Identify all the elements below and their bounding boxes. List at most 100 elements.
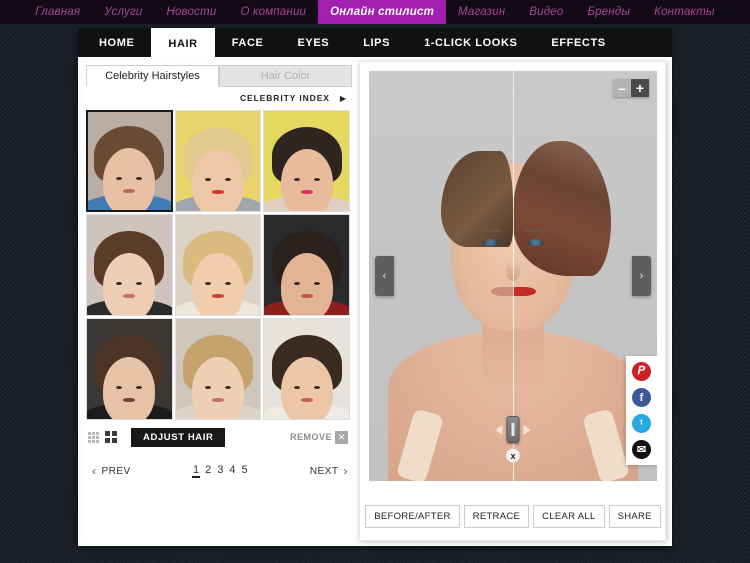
thumbnail-mouth xyxy=(123,294,136,298)
celebrity-thumbnail-9[interactable] xyxy=(263,318,350,420)
lip-after xyxy=(513,287,536,296)
thumbnail-face xyxy=(280,149,333,211)
pagination-page-1[interactable]: 1 xyxy=(191,464,201,478)
pagination-next-label: NEXT xyxy=(309,465,339,477)
sub-tab-celebrity-hairstyles[interactable]: Celebrity Hairstyles xyxy=(86,65,219,87)
photo-viewer-panel: – + ‹ › x 𝑃f ᵗ ✉ BEFORE/AFTER RETRACE CLEAR … xyxy=(359,61,666,541)
thumbnail-mouth xyxy=(300,190,313,194)
celebrity-thumbnail-7[interactable] xyxy=(86,318,173,420)
celebrity-thumbnail-4[interactable] xyxy=(86,214,173,316)
thumbnail-face xyxy=(191,253,244,315)
pagination: ‹ PREV 12345 NEXT › xyxy=(92,461,348,481)
zoom-out-button[interactable]: – xyxy=(613,79,631,97)
thumbnail-eye-left xyxy=(293,386,300,389)
thumbnail-mouth xyxy=(211,294,224,298)
celebrity-index-label: CELEBRITY INDEX xyxy=(239,93,330,103)
before-after-button[interactable]: BEFORE/AFTER xyxy=(365,505,460,528)
clear-all-button[interactable]: CLEAR ALL xyxy=(533,505,605,528)
celebrity-index-link[interactable]: CELEBRITY INDEX ▶ xyxy=(84,89,352,107)
email-icon[interactable]: ✉ xyxy=(632,440,651,459)
close-x-icon[interactable]: ✕ xyxy=(335,430,348,444)
previous-style-arrow[interactable]: ‹ xyxy=(375,256,394,296)
slider-close-button[interactable]: x xyxy=(505,448,521,463)
sub-tab-hair-color[interactable]: Hair Color xyxy=(219,65,352,86)
twitter-icon[interactable]: ᵗ xyxy=(632,414,651,433)
eyebrow-left xyxy=(479,229,501,232)
thumbnail-face xyxy=(103,148,156,210)
thumbnail-portrait xyxy=(175,111,261,211)
eyebrow-right xyxy=(525,229,547,232)
zoom-controls: – + xyxy=(613,79,649,97)
site-nav-item-1[interactable]: Главная xyxy=(23,0,92,24)
thumbnail-mouth xyxy=(123,398,136,402)
tab-hair[interactable]: HAIR xyxy=(151,28,215,57)
next-style-arrow[interactable]: › xyxy=(632,256,651,296)
thumbnail-face xyxy=(280,357,333,419)
triangle-right-icon[interactable] xyxy=(523,424,531,435)
photo-canvas[interactable]: – + ‹ › x 𝑃f ᵗ ✉ xyxy=(369,71,657,481)
thumbnail-mouth xyxy=(300,294,313,298)
pagination-page-3[interactable]: 3 xyxy=(216,464,224,478)
grid-large-icon[interactable] xyxy=(105,431,117,443)
pagination-prev-label: PREV xyxy=(101,465,131,477)
pagination-page-4[interactable]: 4 xyxy=(228,464,236,478)
thumbnail-mouth xyxy=(300,398,313,402)
remove-control[interactable]: REMOVE ✕ xyxy=(289,430,348,444)
site-nav-item-9[interactable]: Контакты xyxy=(642,0,727,24)
celebrity-thumbnail-5[interactable] xyxy=(174,214,262,316)
hairstyle-browser-panel: Celebrity Hairstyles Hair Color CELEBRITY… xyxy=(84,61,352,541)
social-share-rail: 𝑃f ᵗ ✉ xyxy=(626,356,657,465)
site-nav-item-4[interactable]: О компании xyxy=(228,0,318,24)
thumbnail-eye-right xyxy=(313,386,320,389)
celebrity-thumbnail-8[interactable] xyxy=(174,318,262,420)
site-navigation: Главная Услуги Новости О компании Онлайн сти… xyxy=(0,0,750,24)
pinterest-icon[interactable]: 𝑃 xyxy=(632,362,651,381)
grid-small-icon[interactable] xyxy=(88,431,99,443)
tab-eyes[interactable]: EYES xyxy=(280,28,346,57)
viewer-action-buttons: BEFORE/AFTER RETRACE CLEAR ALL SHARE xyxy=(365,505,661,528)
site-nav-item-5[interactable]: Онлайн стилист xyxy=(318,0,446,24)
triangle-left-icon[interactable] xyxy=(495,424,503,435)
pagination-page-5[interactable]: 5 xyxy=(240,464,248,478)
tab-lips[interactable]: LIPS xyxy=(346,28,407,57)
thumbnail-portrait xyxy=(86,215,172,315)
app-tab-bar: HOME HAIR FACE EYES LIPS 1-CLICK LOOKS EFFECTS xyxy=(78,28,672,57)
site-nav-item-3[interactable]: Новости xyxy=(154,0,228,24)
adjust-hair-button[interactable]: ADJUST HAIR xyxy=(131,427,226,447)
thumbnail-portrait xyxy=(86,319,172,419)
retrace-button[interactable]: RETRACE xyxy=(463,505,530,528)
sub-tab-bar: Celebrity Hairstyles Hair Color xyxy=(86,65,352,87)
thumbnail-portrait xyxy=(87,112,171,210)
site-nav-item-6[interactable]: Магазин xyxy=(446,0,517,24)
thumbnail-eye-right xyxy=(224,386,231,389)
celebrity-thumbnail-1[interactable] xyxy=(86,110,173,212)
thumbnail-face xyxy=(103,253,156,315)
celebrity-thumbnail-6[interactable] xyxy=(263,214,350,316)
pagination-page-2[interactable]: 2 xyxy=(204,464,212,478)
slider-handle[interactable] xyxy=(506,416,520,443)
thumbnail-portrait xyxy=(175,319,261,419)
thumbnail-eye-right xyxy=(224,178,231,181)
site-nav-item-7[interactable]: Видео xyxy=(517,0,575,24)
thumbnail-mouth xyxy=(123,189,136,193)
eye-left xyxy=(483,239,498,246)
thumbnail-eye-right xyxy=(313,178,320,181)
tab-face[interactable]: FACE xyxy=(215,28,281,57)
celebrity-thumbnail-3[interactable] xyxy=(263,110,350,212)
site-nav-item-2[interactable]: Услуги xyxy=(92,0,154,24)
chevron-left-icon: ‹ xyxy=(92,464,97,478)
thumbnail-portrait xyxy=(264,215,349,315)
pagination-next-button[interactable]: NEXT › xyxy=(310,464,348,478)
site-nav-item-8[interactable]: Бренды xyxy=(575,0,642,24)
share-button[interactable]: SHARE xyxy=(608,505,661,528)
lip-before xyxy=(491,287,513,296)
tab-effects[interactable]: EFFECTS xyxy=(534,28,622,57)
tab-1-click-looks[interactable]: 1-CLICK LOOKS xyxy=(407,28,534,57)
facebook-icon[interactable]: f xyxy=(632,388,651,407)
remove-label: REMOVE xyxy=(289,432,332,442)
zoom-in-button[interactable]: + xyxy=(631,79,649,97)
tab-home[interactable]: HOME xyxy=(82,28,151,57)
pagination-prev-button[interactable]: ‹ PREV xyxy=(92,464,131,478)
chevron-right-icon: › xyxy=(343,464,348,478)
celebrity-thumbnail-2[interactable] xyxy=(174,110,262,212)
